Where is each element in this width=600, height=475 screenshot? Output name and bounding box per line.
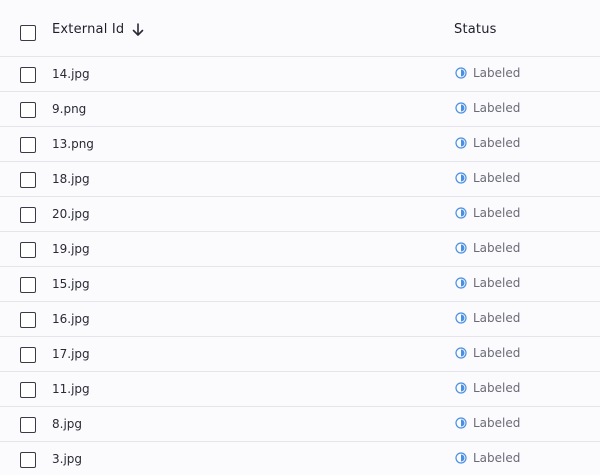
row-checkbox[interactable] [20,67,36,83]
table-row[interactable]: 14.jpg Labeled [0,57,600,92]
external-id-cell: 14.jpg [52,67,90,81]
row-checkbox[interactable] [20,347,36,363]
half-circle-icon [455,67,467,79]
status-label: Labeled [473,311,521,325]
status-label: Labeled [473,416,521,430]
table-row[interactable]: 15.jpg Labeled [0,267,600,302]
external-id-cell: 16.jpg [52,312,90,326]
status-label: Labeled [473,171,521,185]
status-cell: Labeled [455,276,520,290]
select-all-checkbox[interactable] [20,25,36,41]
status-label: Labeled [473,101,521,115]
status-cell: Labeled [455,206,520,220]
half-circle-icon [455,242,467,254]
status-label: Labeled [473,451,521,465]
external-id-cell: 13.png [52,137,94,151]
row-checkbox[interactable] [20,382,36,398]
external-id-header-label: External Id [52,22,125,37]
external-id-cell: 9.png [52,102,87,116]
row-checkbox[interactable] [20,417,36,433]
half-circle-icon [455,207,467,219]
external-id-column-header[interactable]: External Id [52,22,144,37]
status-label: Labeled [473,206,521,220]
status-cell: Labeled [455,451,520,465]
data-table: External Id Status 14.jpg Labeled 9.png … [0,0,600,475]
half-circle-icon [455,382,467,394]
table-row[interactable]: 19.jpg Labeled [0,232,600,267]
external-id-cell: 19.jpg [52,242,90,256]
status-label: Labeled [473,276,521,290]
half-circle-icon [455,277,467,289]
status-cell: Labeled [455,416,520,430]
table-row[interactable]: 8.jpg Labeled [0,407,600,442]
status-column-header[interactable]: Status [454,22,497,37]
table-row[interactable]: 20.jpg Labeled [0,197,600,232]
status-label: Labeled [473,346,521,360]
status-cell: Labeled [455,381,520,395]
table-row[interactable]: 17.jpg Labeled [0,337,600,372]
half-circle-icon [455,172,467,184]
status-label: Labeled [473,136,521,150]
row-checkbox[interactable] [20,452,36,468]
table-row[interactable]: 13.png Labeled [0,127,600,162]
external-id-cell: 3.jpg [52,452,83,466]
external-id-cell: 8.jpg [52,417,83,431]
status-label: Labeled [473,241,521,255]
table-row[interactable]: 3.jpg Labeled [0,442,600,475]
table-header: External Id Status [0,0,600,57]
row-checkbox[interactable] [20,102,36,118]
status-cell: Labeled [455,311,520,325]
half-circle-icon [455,452,467,464]
external-id-cell: 18.jpg [52,172,90,186]
external-id-cell: 17.jpg [52,347,90,361]
row-checkbox[interactable] [20,207,36,223]
row-checkbox[interactable] [20,137,36,153]
half-circle-icon [455,137,467,149]
row-checkbox[interactable] [20,277,36,293]
arrow-down-icon[interactable] [132,22,144,37]
table-row[interactable]: 11.jpg Labeled [0,372,600,407]
status-cell: Labeled [455,66,520,80]
half-circle-icon [455,312,467,324]
row-checkbox[interactable] [20,312,36,328]
status-cell: Labeled [455,241,520,255]
half-circle-icon [455,102,467,114]
half-circle-icon [455,347,467,359]
half-circle-icon [455,417,467,429]
status-cell: Labeled [455,101,520,115]
row-checkbox[interactable] [20,242,36,258]
status-cell: Labeled [455,136,520,150]
table-row[interactable]: 18.jpg Labeled [0,162,600,197]
external-id-cell: 20.jpg [52,207,90,221]
external-id-cell: 15.jpg [52,277,90,291]
external-id-cell: 11.jpg [52,382,90,396]
status-cell: Labeled [455,346,520,360]
row-checkbox[interactable] [20,172,36,188]
status-cell: Labeled [455,171,520,185]
status-label: Labeled [473,66,521,80]
table-row[interactable]: 9.png Labeled [0,92,600,127]
table-row[interactable]: 16.jpg Labeled [0,302,600,337]
status-label: Labeled [473,381,521,395]
